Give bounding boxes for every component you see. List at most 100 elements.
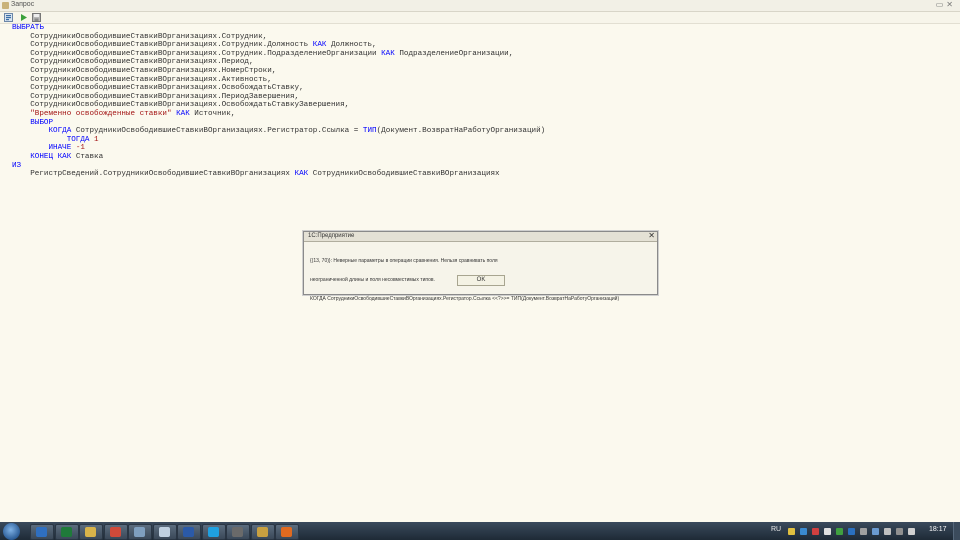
tray-app-icon[interactable] xyxy=(788,528,795,535)
dialog-close-icon[interactable]: ✕ xyxy=(648,232,655,240)
code-token: (Документ.ВозвратНаРаботуОрганизаций) xyxy=(376,127,546,136)
code-token: СотрудникиОсвободившиеСтавкиВОрганизация… xyxy=(12,84,304,93)
dialog-title-bar[interactable]: 1С:Предприятие ✕ xyxy=(304,232,657,242)
code-line: КОНЕЦ КАК Ставка xyxy=(12,153,103,162)
close-window-icon[interactable]: ✕ xyxy=(946,0,956,9)
error-message-line: КОГДА СотрудникиОсвободившиеСтавкиВОрган… xyxy=(310,295,620,302)
tray-app-icon[interactable] xyxy=(836,528,843,535)
language-indicator[interactable]: RU xyxy=(771,526,781,533)
tray-app-icon[interactable] xyxy=(848,528,855,535)
literal-token: "Временно освобожденные ставки" xyxy=(30,110,172,118)
code-token: СотрудникиОсвободившиеСтавкиВОрганизация… xyxy=(12,58,254,67)
files-icon xyxy=(134,527,145,537)
calc-task[interactable] xyxy=(226,524,250,540)
chrome-task[interactable] xyxy=(103,524,128,540)
1c-task[interactable] xyxy=(30,524,54,540)
paint-icon xyxy=(256,527,268,537)
save-icon[interactable] xyxy=(32,13,41,22)
run-icon[interactable] xyxy=(19,13,28,22)
battery-icon[interactable] xyxy=(896,528,903,535)
literal-token: 1 xyxy=(94,135,99,144)
literal-token: -1 xyxy=(75,144,85,153)
code-token: Должность, xyxy=(326,41,377,50)
keyword-token: ТИП xyxy=(362,127,377,136)
media-task[interactable] xyxy=(275,524,299,540)
browser-task[interactable] xyxy=(152,524,177,540)
files-task[interactable] xyxy=(128,524,152,540)
chrome-icon xyxy=(109,527,121,537)
code-token: РегистрСведений.СотрудникиОсвободившиеСт… xyxy=(12,170,295,179)
tray-app-icon[interactable] xyxy=(860,528,867,535)
keyword-token: КАК xyxy=(176,110,190,118)
ok-button[interactable]: OK xyxy=(457,275,505,286)
tray-app-icon[interactable] xyxy=(800,528,807,535)
code-line: РегистрСведений.СотрудникиОсвободившиеСт… xyxy=(12,170,500,179)
code-line: СотрудникиОсвободившиеСтавкиВОрганизация… xyxy=(12,67,276,76)
toolbar xyxy=(0,12,960,24)
excel-icon xyxy=(60,527,72,537)
code-line: ВЫБОР xyxy=(12,119,53,128)
code-line: СотрудникиОсвободившиеСтавкиВОрганизация… xyxy=(12,41,377,50)
calc-icon xyxy=(232,527,243,537)
tray-app-icon[interactable] xyxy=(872,528,879,535)
keyword-token: ВЫБОР xyxy=(30,118,54,127)
tray-flag-icon[interactable] xyxy=(824,528,831,535)
keyword-token: КОНЕЦ xyxy=(30,153,54,161)
show-desktop-button[interactable] xyxy=(953,522,960,540)
volume-icon[interactable] xyxy=(908,528,915,535)
code-line: СотрудникиОсвободившиеСтавкиВОрганизация… xyxy=(12,33,267,42)
restore-icon[interactable]: ▭ xyxy=(936,0,947,9)
app-icon xyxy=(2,2,9,9)
code-token: СотрудникиОсвободившиеСтавкиВОрганизация… xyxy=(12,75,272,84)
keyword-token: КАК xyxy=(381,49,395,58)
query-window: Запрос ▭✕ ВЫБРАТЬ СотрудникиОсвободившие… xyxy=(0,0,960,522)
explorer-task[interactable] xyxy=(79,524,103,540)
tray-app-icon[interactable] xyxy=(812,528,819,535)
explorer-icon xyxy=(85,527,96,537)
keyword-token: ИЗ xyxy=(12,161,22,170)
code-line: "Временно освобожденные ставки" КАК Исто… xyxy=(12,110,235,119)
code-line: СотрудникиОсвободившиеСтавкиВОрганизация… xyxy=(12,84,304,93)
clock[interactable]: 18:17 xyxy=(929,526,947,533)
code-line: СотрудникиОсвободившиеСтавкиВОрганизация… xyxy=(12,58,254,67)
skype-icon xyxy=(207,527,219,537)
window-controls[interactable]: ▭✕ xyxy=(936,0,956,9)
browser-icon xyxy=(158,527,170,537)
error-dialog: 1С:Предприятие ✕ {(13, 70)}: Неверные па… xyxy=(303,231,658,302)
code-line: СотрудникиОсвободившиеСтавкиВОрганизация… xyxy=(12,101,349,110)
code-line: ВЫБРАТЬ xyxy=(12,24,44,33)
code-line: ИЗ xyxy=(12,162,21,171)
code-token: СотрудникиОсвободившиеСтавкиВОрганизация… xyxy=(12,32,268,41)
start-button[interactable] xyxy=(3,523,20,540)
media-icon xyxy=(281,527,292,537)
code-token: Ставка xyxy=(71,153,104,161)
code-token: СотрудникиОсвободившиеСтавкиВОрганизация… xyxy=(12,67,277,75)
code-line: КОГДА СотрудникиОсвободившиеСтавкиВОрган… xyxy=(12,127,545,136)
code-token: Источник, xyxy=(189,110,236,118)
window-title: Запрос xyxy=(11,1,35,8)
keyword-token: ВЫБРАТЬ xyxy=(12,24,44,32)
title-bar[interactable]: Запрос ▭✕ xyxy=(0,0,960,12)
word-icon xyxy=(183,527,194,537)
code-token: СотрудникиОсвободившиеСтавкиВОрганизация… xyxy=(71,127,363,136)
keyword-token: КАК xyxy=(57,153,72,161)
keyword-token: КАК xyxy=(294,170,309,179)
word-task[interactable] xyxy=(177,524,201,540)
keyword-token: КАК xyxy=(312,41,327,50)
error-message-line: {(13, 70)}: Неверные параметры в операци… xyxy=(310,258,498,265)
code-token: СотрудникиОсвободившиеСтавкиВОрганизация… xyxy=(12,41,313,50)
paint-task[interactable] xyxy=(250,524,275,540)
code-token: СотрудникиОсвободившиеСтавкиВОрганизация… xyxy=(308,170,500,179)
excel-task[interactable] xyxy=(54,524,79,540)
query-wizard-icon[interactable] xyxy=(4,13,13,22)
skype-task[interactable] xyxy=(201,524,226,540)
dialog-title: 1С:Предприятие xyxy=(308,233,355,239)
network-icon[interactable] xyxy=(884,528,891,535)
code-token: СотрудникиОсвободившиеСтавкиВОрганизация… xyxy=(12,92,300,101)
